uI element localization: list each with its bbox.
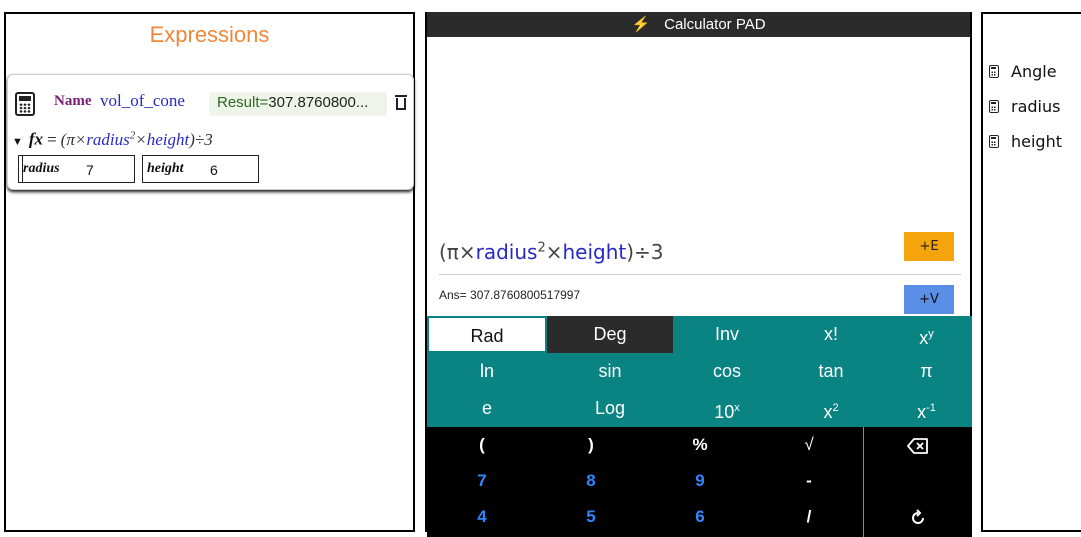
- key-pi[interactable]: π: [881, 353, 972, 390]
- key-cos[interactable]: cos: [673, 353, 781, 390]
- key-reciprocal-base: x: [917, 402, 927, 422]
- key-square[interactable]: x2: [781, 390, 881, 427]
- key-sqrt[interactable]: √: [755, 427, 863, 463]
- variable-item-label: height: [1011, 132, 1062, 151]
- variable-value[interactable]: 7: [86, 162, 94, 178]
- key-power[interactable]: xy: [881, 316, 972, 353]
- key-ten-power[interactable]: 10x: [673, 390, 781, 427]
- caret-down-icon[interactable]: ▼: [12, 136, 23, 148]
- key-close-paren[interactable]: ): [537, 427, 645, 463]
- bolt-icon: ⚡: [631, 16, 651, 33]
- formula-expression[interactable]: (π×radius2×height)÷3: [60, 129, 213, 149]
- key-6[interactable]: 6: [645, 499, 755, 535]
- key-reciprocal[interactable]: x-1: [881, 390, 972, 427]
- key-square-sup: 2: [832, 402, 839, 414]
- variable-item-radius[interactable]: radius: [989, 97, 1060, 116]
- add-expression-button[interactable]: +E: [904, 232, 954, 261]
- formula-var-height: height: [146, 129, 190, 149]
- formula-times: ×: [135, 129, 147, 149]
- expression-name[interactable]: vol_of_cone: [100, 91, 185, 111]
- variable-item-label: Angle: [1011, 62, 1057, 81]
- key-5[interactable]: 5: [537, 499, 645, 535]
- formula-var-radius: radius: [86, 129, 130, 149]
- key-log[interactable]: Log: [547, 390, 673, 427]
- key-divide[interactable]: /: [755, 499, 863, 535]
- calculator-icon: [989, 100, 999, 113]
- refresh-icon[interactable]: [864, 499, 972, 535]
- trash-icon[interactable]: [395, 95, 407, 110]
- key-reciprocal-sup: -1: [926, 402, 936, 414]
- formula-row: ▼ fx = (π×radius2×height)÷3: [12, 129, 213, 150]
- display-var-radius: radius: [475, 240, 538, 264]
- result-label: Result=: [217, 94, 269, 111]
- variable-value[interactable]: 6: [210, 162, 218, 178]
- display-divider: [439, 274, 961, 275]
- variable-name: radius: [23, 161, 60, 176]
- calculator-header: ⚡ Calculator PAD: [427, 12, 970, 37]
- number-keypad: ( ) % √ 7 8 9 - 4 5 6 /: [427, 427, 972, 537]
- scientific-keypad: Rad Deg Inv x! xy ln sin cos tan π e Log…: [427, 316, 972, 427]
- variable-item-angle[interactable]: Angle: [989, 62, 1057, 81]
- variable-name: height: [147, 161, 184, 176]
- key-deg[interactable]: Deg: [547, 316, 673, 353]
- expression-card[interactable]: Name vol_of_cone Result=307.8760800... ▼…: [7, 74, 414, 190]
- expressions-title: Expressions: [149, 22, 270, 47]
- key-open-paren[interactable]: (: [427, 427, 537, 463]
- display-var-height: height: [562, 240, 627, 264]
- key-inv[interactable]: Inv: [673, 316, 781, 353]
- key-ten-sup: x: [734, 402, 740, 414]
- key-ten-base: 10: [714, 402, 735, 422]
- key-e[interactable]: e: [427, 390, 547, 427]
- calculator-icon: [989, 65, 999, 78]
- variable-height-field[interactable]: height 6: [142, 155, 259, 183]
- key-rad[interactable]: Rad: [427, 316, 547, 353]
- display-exponent: 2: [537, 240, 546, 256]
- sci-row-3: e Log 10x x2 x-1: [427, 390, 972, 427]
- key-power-sup: y: [928, 328, 934, 340]
- sci-row-1: Rad Deg Inv x! xy: [427, 316, 972, 353]
- display-close: )÷3: [626, 240, 664, 264]
- calculator-icon[interactable]: [15, 92, 35, 116]
- add-variable-button[interactable]: +V: [904, 285, 954, 314]
- variable-item-label: radius: [1011, 97, 1061, 116]
- key-minus[interactable]: -: [755, 463, 863, 499]
- calculator-icon: [989, 135, 999, 148]
- answer-text: Ans= 307.8760800517997: [439, 288, 581, 302]
- result-value: 307.8760800...: [268, 94, 369, 111]
- result-badge: Result=307.8760800...: [209, 92, 387, 116]
- key-ln[interactable]: ln: [427, 353, 547, 390]
- calculator-panel: ⚡ Calculator PAD (π×radius2×height)÷3 +E …: [425, 12, 972, 537]
- key-4[interactable]: 4: [427, 499, 537, 535]
- key-8[interactable]: 8: [537, 463, 645, 499]
- key-percent[interactable]: %: [645, 427, 755, 463]
- key-sin[interactable]: sin: [547, 353, 673, 390]
- key-9[interactable]: 9: [645, 463, 755, 499]
- formula-close: )÷3: [189, 129, 213, 149]
- variable-radius-field[interactable]: radius 7: [18, 155, 135, 183]
- sci-row-2: ln sin cos tan π: [427, 353, 972, 390]
- display-expression: (π×radius2×height)÷3: [439, 240, 664, 264]
- variables-panel: Angle radius height: [981, 12, 1081, 532]
- formula-open: (π×: [60, 129, 87, 149]
- display-open: (π×: [439, 240, 476, 264]
- key-power-base: x: [919, 328, 929, 348]
- key-factorial[interactable]: x!: [781, 316, 881, 353]
- name-label: Name: [54, 93, 92, 109]
- calculator-title: Calculator PAD: [664, 16, 766, 33]
- display-times: ×: [545, 240, 563, 264]
- equals-sign: =: [47, 129, 57, 149]
- fx-label: fx: [28, 129, 44, 149]
- expressions-panel: Expressions Name vol_of_cone Result=307.…: [4, 12, 415, 532]
- variable-item-height[interactable]: height: [989, 132, 1062, 151]
- key-7[interactable]: 7: [427, 463, 537, 499]
- backspace-icon[interactable]: [864, 427, 972, 463]
- key-tan[interactable]: tan: [781, 353, 881, 390]
